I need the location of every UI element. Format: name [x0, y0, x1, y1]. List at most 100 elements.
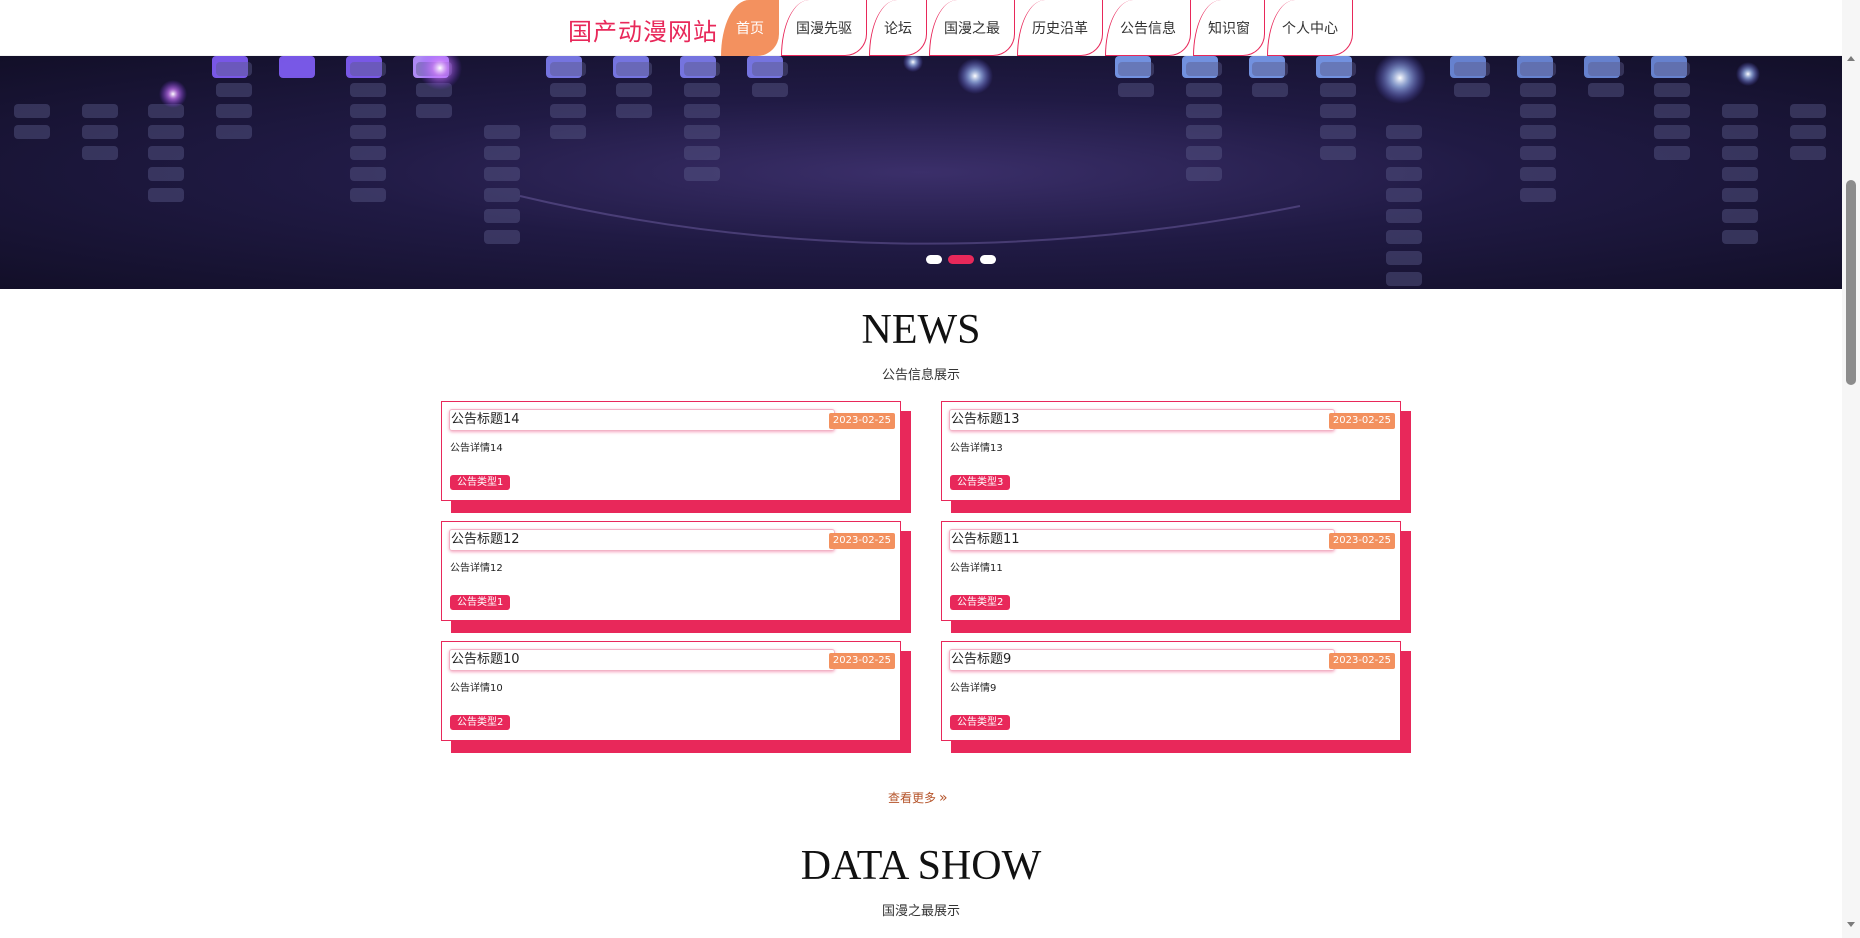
banner-block [1320, 146, 1356, 160]
card-title[interactable]: 公告标题11 [949, 529, 1335, 551]
card-title[interactable]: 公告标题9 [949, 649, 1335, 671]
card-date-badge: 2023-02-25 [828, 413, 895, 429]
scroll-down-arrow-icon[interactable] [1847, 922, 1855, 927]
carousel-dot-3[interactable] [980, 255, 996, 264]
banner-block [1118, 62, 1154, 76]
news-card[interactable]: 公告标题10 2023-02-25 公告详情10 公告类型2 [441, 641, 911, 753]
page-scrollbar[interactable] [1842, 0, 1860, 938]
banner-block [1386, 209, 1422, 223]
banner-block [1386, 167, 1422, 181]
banner-block [1386, 272, 1422, 286]
banner-block [484, 209, 520, 223]
banner-block [82, 104, 118, 118]
banner-block [1520, 125, 1556, 139]
banner-block [350, 104, 386, 118]
banner-block [350, 146, 386, 160]
banner-block [1722, 125, 1758, 139]
banner-block [1654, 62, 1690, 76]
nav-item-history[interactable]: 历史沿革 [1017, 0, 1103, 56]
card-body: 公告标题12 2023-02-25 公告详情12 公告类型1 [441, 521, 901, 621]
banner-block [484, 146, 520, 160]
carousel-dot-2[interactable] [948, 255, 974, 264]
banner-block [1520, 83, 1556, 97]
news-card[interactable]: 公告标题13 2023-02-25 公告详情13 公告类型3 [941, 401, 1411, 513]
banner-light [159, 80, 187, 108]
news-card[interactable]: 公告标题11 2023-02-25 公告详情11 公告类型2 [941, 521, 1411, 633]
banner-block [1520, 104, 1556, 118]
banner-block [14, 125, 50, 139]
card-title[interactable]: 公告标题10 [449, 649, 835, 671]
banner-image [14, 56, 1826, 286]
card-detail: 公告详情9 [950, 683, 997, 694]
nav-item-profile[interactable]: 个人中心 [1267, 0, 1353, 56]
news-card[interactable]: 公告标题14 2023-02-25 公告详情14 公告类型1 [441, 401, 911, 513]
scroll-up-arrow-icon[interactable] [1847, 56, 1855, 61]
banner-block [350, 62, 386, 76]
banner-block [752, 62, 788, 76]
banner-light [1736, 62, 1760, 86]
card-body: 公告标题13 2023-02-25 公告详情13 公告类型3 [941, 401, 1401, 501]
card-detail: 公告详情14 [450, 443, 503, 454]
banner-block [148, 188, 184, 202]
nav-item-pioneers[interactable]: 国漫先驱 [781, 0, 867, 56]
nav-item-announcements[interactable]: 公告信息 [1105, 0, 1191, 56]
banner-block [1790, 146, 1826, 160]
banner-block [1320, 83, 1356, 97]
banner-block [1186, 146, 1222, 160]
news-card[interactable]: 公告标题12 2023-02-25 公告详情12 公告类型1 [441, 521, 911, 633]
card-type-badge: 公告类型1 [450, 475, 511, 490]
nav-item-home[interactable]: 首页 [721, 0, 779, 56]
carousel-dot-1[interactable] [926, 255, 942, 264]
nav-item-forum[interactable]: 论坛 [869, 0, 927, 56]
site-brand[interactable]: 国产动漫网站 [568, 12, 718, 47]
banner-block [416, 104, 452, 118]
banner-light [1374, 56, 1426, 104]
banner-block [484, 167, 520, 181]
banner-block [1588, 62, 1624, 76]
banner-block [1386, 230, 1422, 244]
news-title: NEWS [861, 307, 981, 353]
banner-block [216, 104, 252, 118]
banner-block [550, 83, 586, 97]
banner-block [550, 62, 586, 76]
card-type-badge: 公告类型1 [450, 595, 511, 610]
banner-block [1520, 167, 1556, 181]
banner-block [1386, 188, 1422, 202]
banner-block [1722, 188, 1758, 202]
banner-block [616, 62, 652, 76]
card-title[interactable]: 公告标题12 [449, 529, 835, 551]
banner-block [1252, 62, 1288, 76]
banner-block [1320, 104, 1356, 118]
banner-block [616, 83, 652, 97]
banner-block [216, 62, 252, 76]
carousel-indicators [926, 255, 996, 264]
card-title[interactable]: 公告标题13 [949, 409, 1335, 431]
banner-block [1386, 125, 1422, 139]
scrollbar-thumb[interactable] [1846, 180, 1856, 385]
banner-block [1386, 146, 1422, 160]
card-type-badge: 公告类型2 [450, 715, 511, 730]
view-more-link[interactable]: 查看更多» [888, 789, 948, 806]
banner-block [279, 56, 315, 78]
nav-item-best[interactable]: 国漫之最 [929, 0, 1015, 56]
banner-block [216, 83, 252, 97]
card-detail: 公告详情13 [950, 443, 1003, 454]
news-card[interactable]: 公告标题9 2023-02-25 公告详情9 公告类型2 [941, 641, 1411, 753]
page: 国产动漫网站 首页 国漫先驱 论坛 国漫之最 历史沿革 公告信息 知识窗 个人中… [0, 0, 1860, 938]
card-type-badge: 公告类型2 [950, 715, 1011, 730]
banner-block [1654, 125, 1690, 139]
banner-light [903, 56, 923, 72]
nav-item-knowledge[interactable]: 知识窗 [1193, 0, 1265, 56]
data-show-subtitle: 国漫之最展示 [881, 904, 960, 919]
card-title[interactable]: 公告标题14 [449, 409, 835, 431]
banner-block [684, 125, 720, 139]
data-show-title: DATA SHOW [800, 843, 1042, 889]
banner-block [350, 83, 386, 97]
banner-block [1790, 104, 1826, 118]
banner-block [1386, 251, 1422, 265]
banner-block [1654, 104, 1690, 118]
banner-block [350, 167, 386, 181]
banner-block [1186, 83, 1222, 97]
banner-carousel[interactable] [0, 56, 1842, 289]
banner-block [148, 146, 184, 160]
